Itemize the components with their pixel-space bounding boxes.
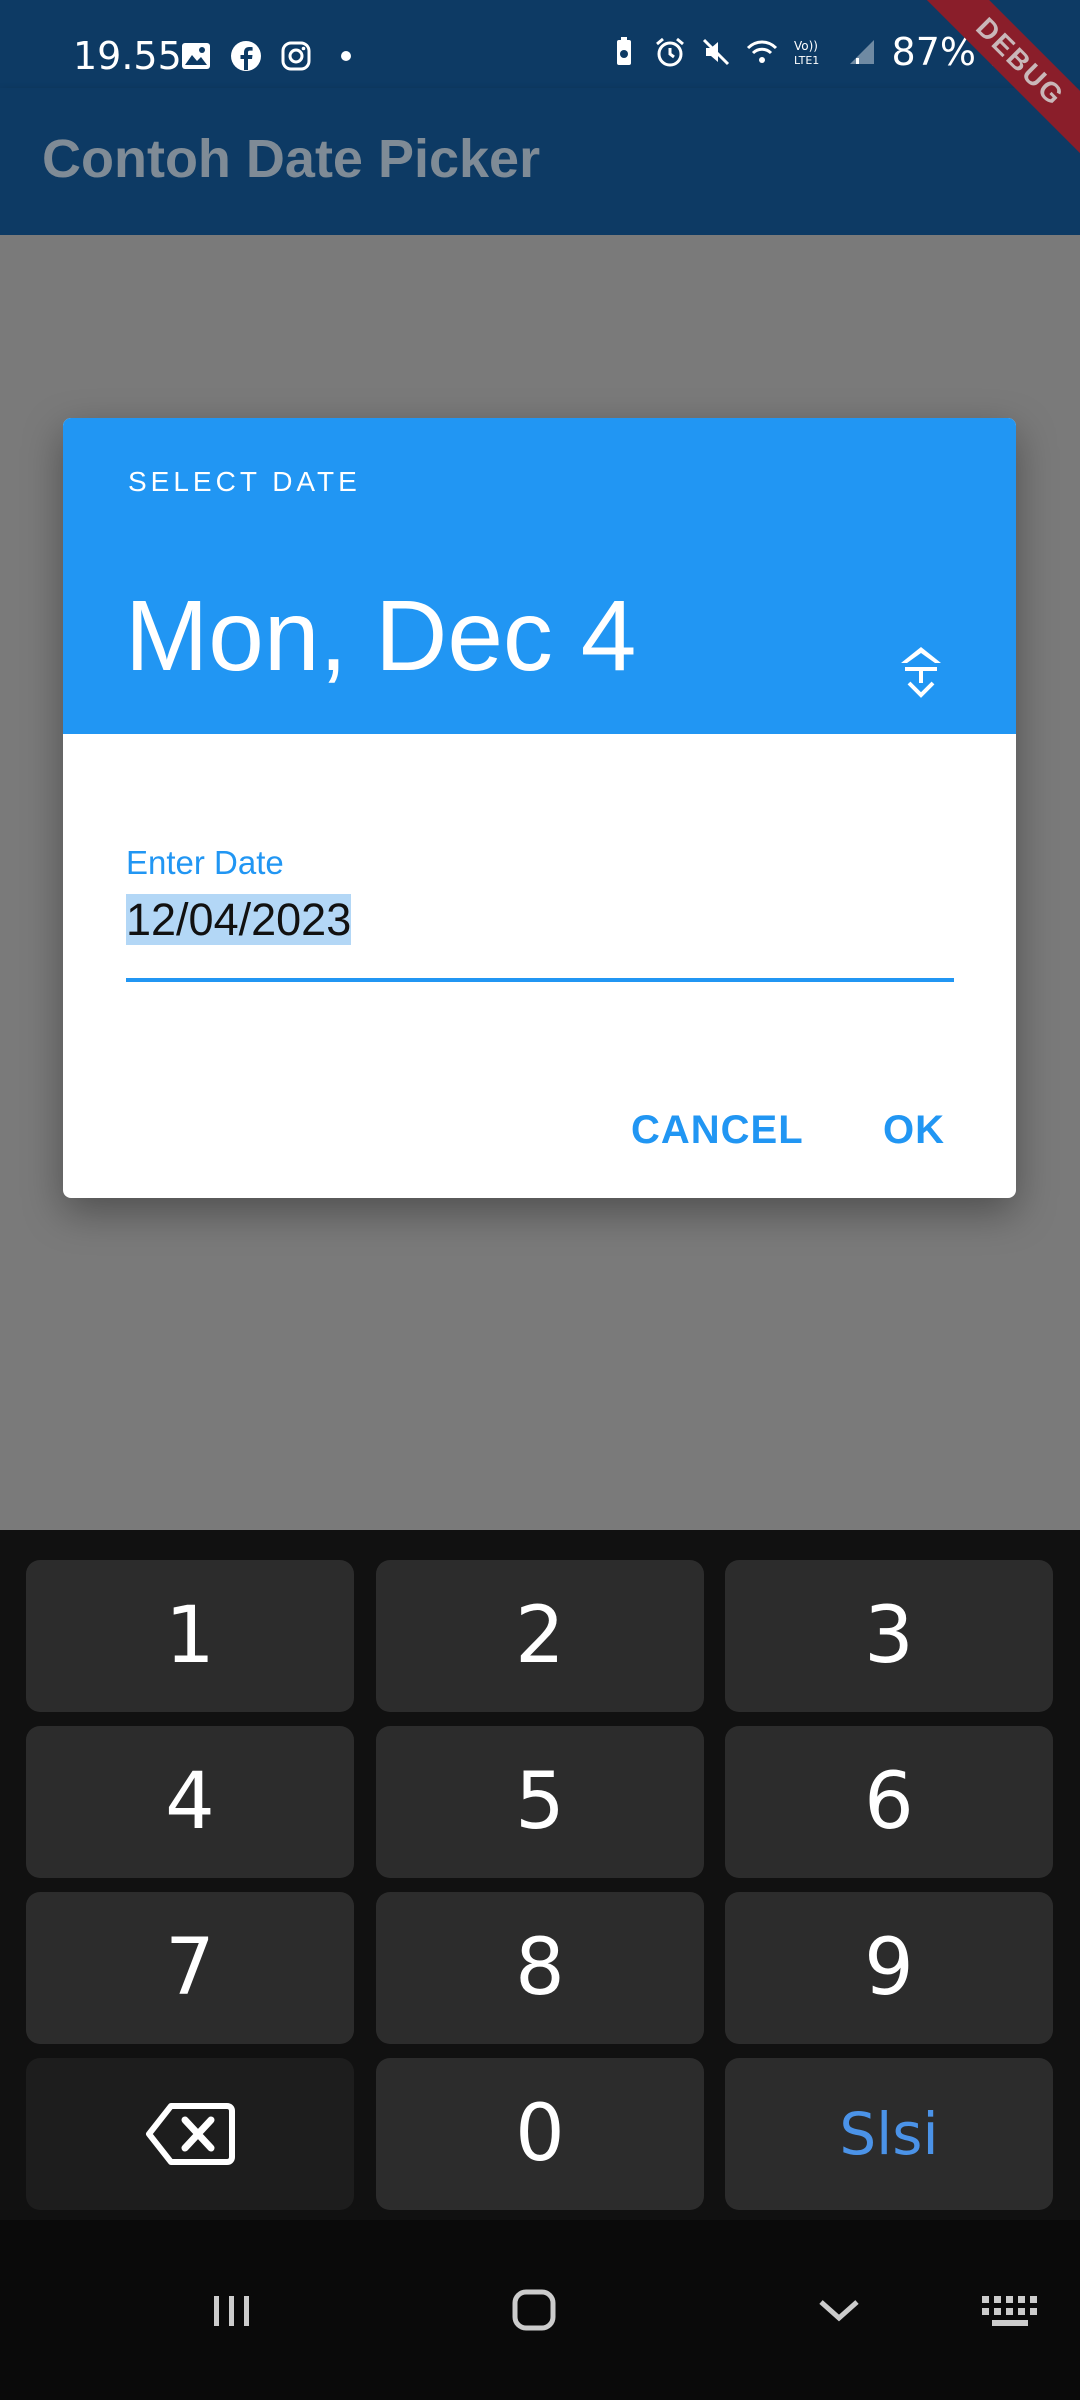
key-1[interactable]: 1 — [26, 1560, 354, 1712]
key-5[interactable]: 5 — [376, 1726, 704, 1878]
dialog-header: SELECT DATE Mon, Dec 4 — [63, 418, 1016, 734]
page-title: Contoh Date Picker — [42, 129, 541, 189]
cancel-button[interactable]: CANCEL — [631, 1108, 804, 1153]
instagram-icon — [281, 41, 311, 71]
key-2[interactable]: 2 — [376, 1560, 704, 1712]
signal-icon — [849, 40, 874, 64]
status-system-icons: Vo)) LTE1 87% — [608, 30, 1010, 74]
calendar-toggle-icon[interactable] — [891, 641, 951, 701]
battery-saver-icon — [616, 37, 631, 65]
back-chevron-icon[interactable] — [815, 2280, 863, 2340]
home-icon[interactable] — [510, 2280, 560, 2340]
ok-button[interactable]: OK — [883, 1108, 945, 1153]
volte-icon: Vo))LTE1 — [794, 39, 819, 67]
key-3[interactable]: 3 — [725, 1560, 1053, 1712]
key-8[interactable]: 8 — [376, 1892, 704, 2044]
dialog-header-label: SELECT DATE — [128, 466, 361, 497]
key-6[interactable]: 6 — [725, 1726, 1053, 1878]
recents-icon[interactable] — [210, 2280, 254, 2340]
key-7[interactable]: 7 — [26, 1892, 354, 2044]
alarm-icon — [655, 37, 684, 67]
system-nav-bar — [0, 2220, 1080, 2400]
backspace-icon — [146, 2103, 235, 2165]
date-picker-dialog: SELECT DATE Mon, Dec 4 Enter Date 12/04/… — [63, 418, 1016, 1198]
svg-text:LTE1: LTE1 — [794, 54, 819, 67]
numeric-keyboard: 1 2 3 4 5 6 7 8 9 0 Slsi — [0, 1530, 1080, 2220]
keyboard-icon[interactable] — [980, 2280, 1040, 2340]
key-9[interactable]: 9 — [725, 1892, 1053, 2044]
app-bar: Contoh Date Picker — [0, 88, 1080, 235]
facebook-icon — [231, 41, 261, 71]
date-field-underline — [126, 978, 954, 982]
date-input-field[interactable]: 12/04/2023 — [126, 894, 352, 946]
mute-icon — [702, 38, 729, 66]
gallery-icon — [182, 43, 210, 69]
key-0[interactable]: 0 — [376, 2058, 704, 2210]
key-4[interactable]: 4 — [26, 1726, 354, 1878]
backspace-key[interactable] — [26, 2058, 354, 2210]
wifi-icon — [746, 40, 777, 63]
svg-text:Vo)): Vo)) — [794, 39, 818, 53]
dot-icon — [341, 51, 351, 61]
date-input-value[interactable]: 12/04/2023 — [126, 894, 352, 945]
status-notification-icons — [180, 40, 362, 72]
selected-date-display: Mon, Dec 4 — [125, 580, 637, 692]
date-field-label: Enter Date — [126, 844, 284, 881]
status-bar: 19.55 Vo)) LTE1 87% — [0, 0, 1080, 88]
done-key[interactable]: Slsi — [725, 2058, 1053, 2210]
status-time: 19.55 — [73, 34, 182, 78]
